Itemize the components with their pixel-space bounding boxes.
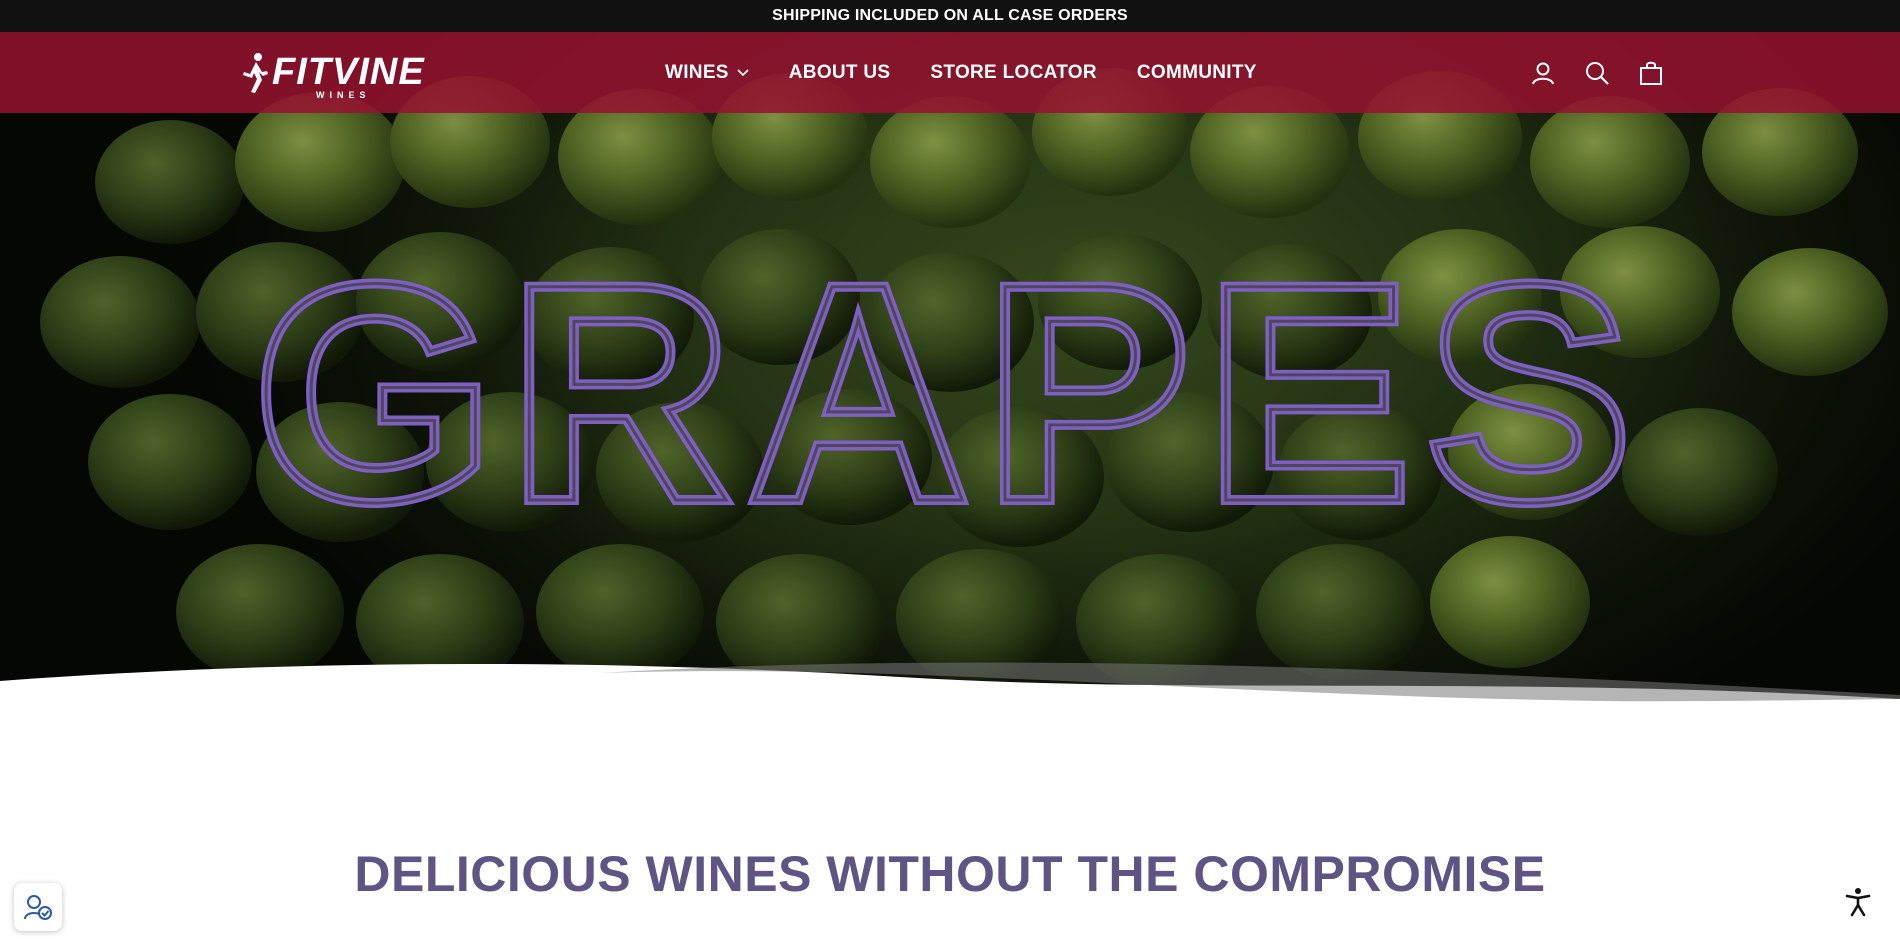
brand-subtitle: WINES: [316, 90, 371, 100]
cart-icon[interactable]: [1638, 60, 1664, 86]
nav-item-store-locator[interactable]: STORE LOCATOR: [930, 62, 1096, 84]
search-icon[interactable]: [1584, 60, 1610, 86]
chevron-down-icon: [737, 68, 749, 76]
nav-item-label: ABOUT US: [788, 61, 891, 83]
account-icon[interactable]: [1530, 60, 1556, 86]
accessibility-button[interactable]: [1840, 884, 1876, 920]
hero-title-inline: GRAPES: [253, 219, 1646, 530]
accessibility-icon: [1845, 888, 1871, 917]
nav-item-label: STORE LOCATOR: [930, 61, 1097, 83]
nav-item-label: COMMUNITY: [1136, 61, 1257, 83]
wave-divider: [0, 662, 1900, 775]
site-header: FITVINE WINES WINES ABOUT US STORE LOCAT…: [0, 32, 1900, 113]
nav-item-label: WINES: [665, 61, 729, 83]
nav-item-community[interactable]: COMMUNITY: [1137, 62, 1257, 84]
announcement-bar: SHIPPING INCLUDED ON ALL CASE ORDERS: [0, 0, 1900, 32]
section-headline: DELICIOUS WINES WITHOUT THE COMPROMISE: [354, 846, 1546, 902]
nav-item-about-us[interactable]: ABOUT US: [789, 62, 891, 84]
main-nav: WINES ABOUT US STORE LOCATOR COMMUNITY: [665, 32, 1297, 113]
cookie-consent-icon: [24, 895, 52, 920]
cookie-consent-button[interactable]: [14, 883, 62, 931]
runner-icon: [243, 53, 268, 93]
page: SHIPPING INCLUDED ON ALL CASE ORDERS FIT…: [0, 0, 1900, 942]
header-icons: [1530, 60, 1664, 86]
brand-name: FITVINE: [272, 51, 425, 93]
nav-item-wines[interactable]: WINES: [665, 62, 749, 84]
hero-title: GRAPES GRAPES: [248, 214, 1646, 530]
brand-logo[interactable]: FITVINE WINES: [240, 50, 425, 100]
announcement-text: SHIPPING INCLUDED ON ALL CASE ORDERS: [772, 7, 1128, 24]
